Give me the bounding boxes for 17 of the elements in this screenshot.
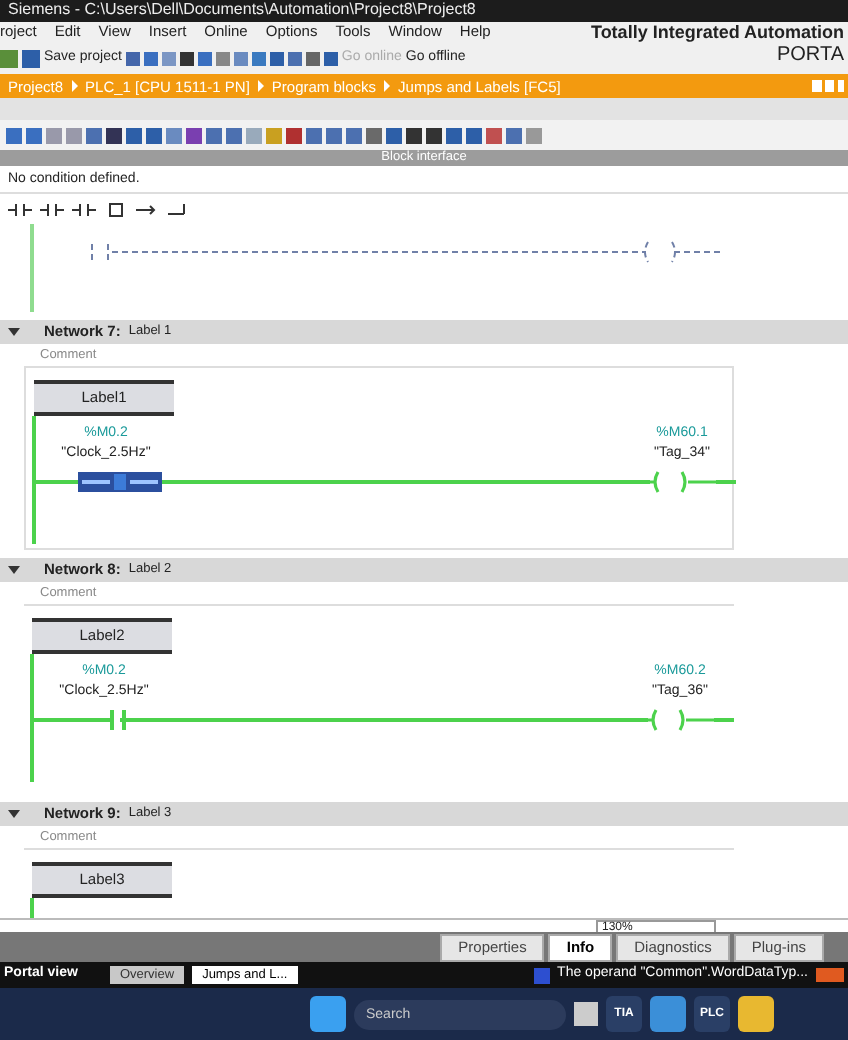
chevron-icon [71,80,78,92]
coil-symbol [648,470,718,494]
box-icon[interactable] [104,201,128,217]
contact-icon[interactable] [40,201,64,217]
brand-subtitle: PORTA [774,43,844,68]
info-icon [533,967,550,983]
coil-symbol [646,708,716,732]
progress-icon [816,968,844,982]
collapse-icon[interactable] [8,328,20,336]
contact-icon[interactable] [8,201,32,217]
collapse-icon[interactable] [8,810,20,818]
chevron-icon [257,80,264,92]
brand-title: Totally Integrated Automation [590,22,844,44]
window-title: Siemens - C:\Users\Dell\Documents\Automation\Project8\Project8 [0,0,848,22]
jump-icon[interactable] [136,201,160,217]
chevron-icon [384,80,391,92]
collapse-icon[interactable] [8,566,20,574]
